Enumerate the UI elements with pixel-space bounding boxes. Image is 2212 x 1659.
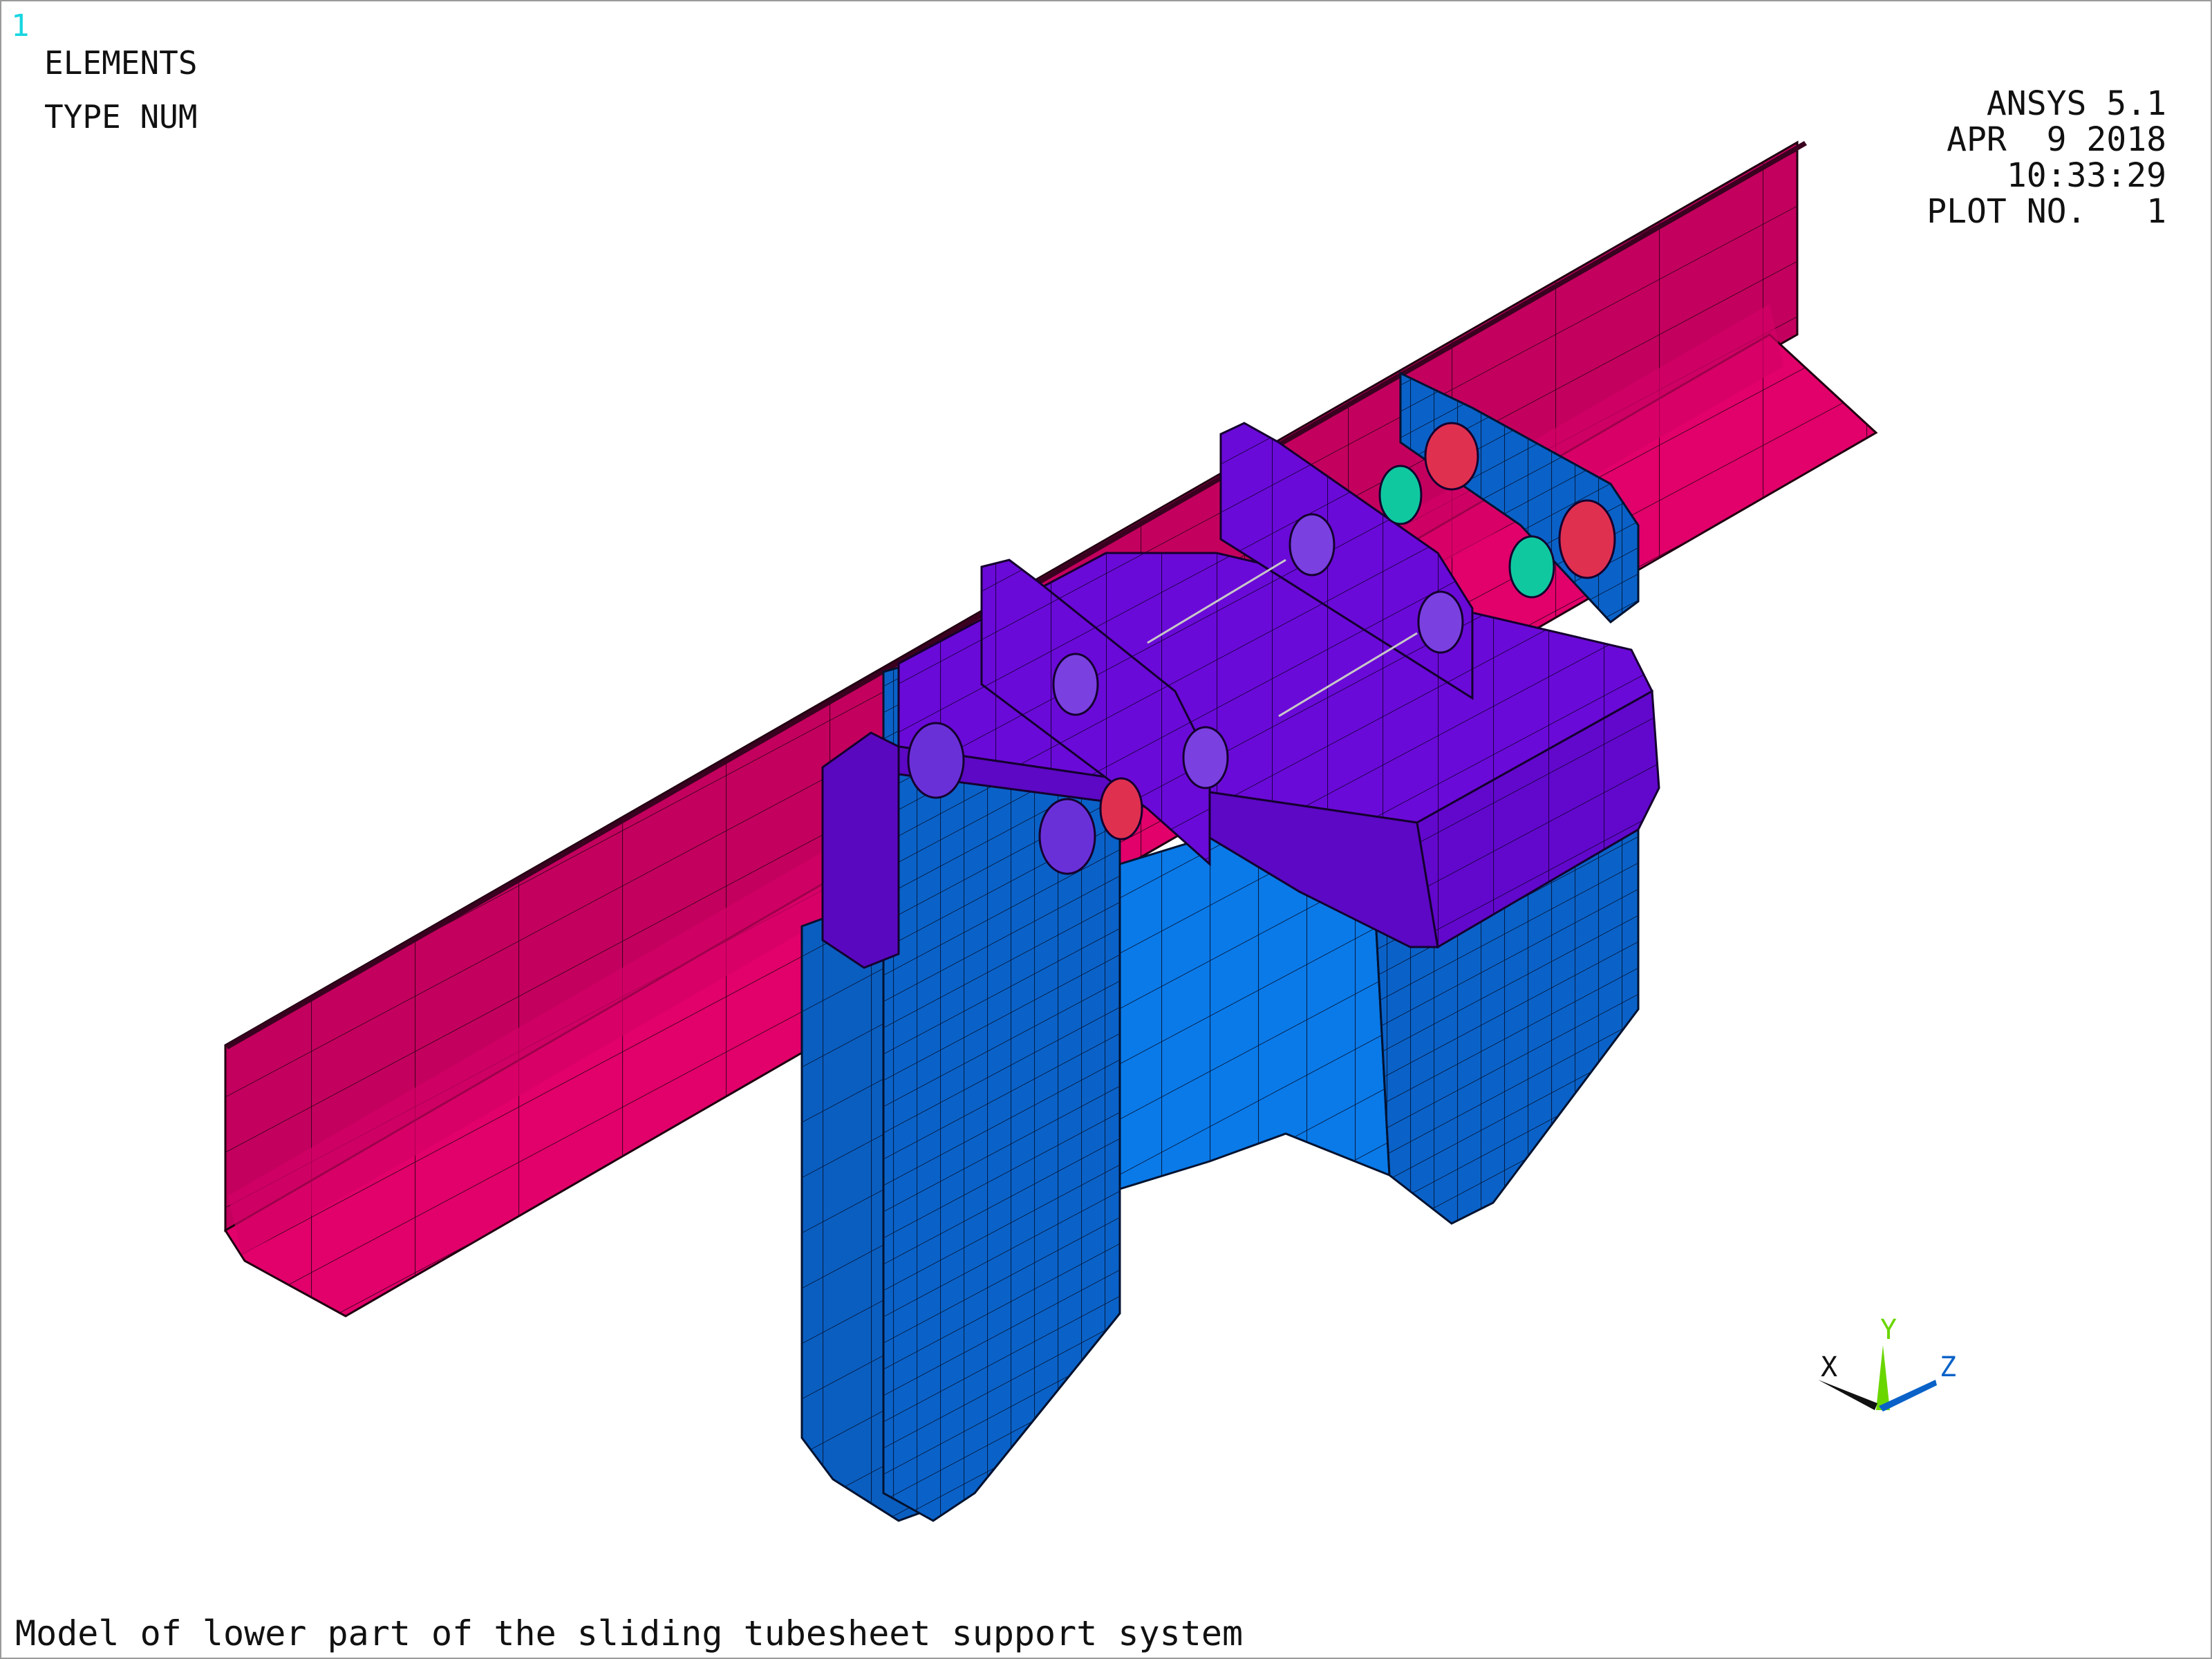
bolt-hole bbox=[1417, 590, 1464, 654]
triad-y-label: Y bbox=[1880, 1314, 1897, 1346]
bolt-hole bbox=[1038, 798, 1096, 875]
bolt-hole bbox=[1424, 422, 1479, 491]
triad-z-label: Z bbox=[1940, 1351, 1957, 1383]
fe-model-view bbox=[223, 140, 1937, 1522]
bolt-hole bbox=[1288, 513, 1335, 577]
bolt-hole bbox=[1099, 777, 1143, 841]
plot-caption: Model of lower part of the sliding tubes… bbox=[15, 1613, 1244, 1653]
bolt-hole bbox=[907, 722, 965, 799]
bolt-hole bbox=[1052, 653, 1099, 716]
bracket-left-end bbox=[821, 731, 900, 969]
triad-y-axis bbox=[1876, 1345, 1890, 1410]
bolt-hole bbox=[1558, 499, 1616, 579]
triad-x-axis bbox=[1818, 1380, 1877, 1410]
bolt-hole bbox=[1182, 726, 1229, 789]
bolt-hole bbox=[1378, 465, 1423, 525]
triad-x-label: X bbox=[1821, 1351, 1838, 1383]
bolt-hole bbox=[1508, 535, 1555, 599]
